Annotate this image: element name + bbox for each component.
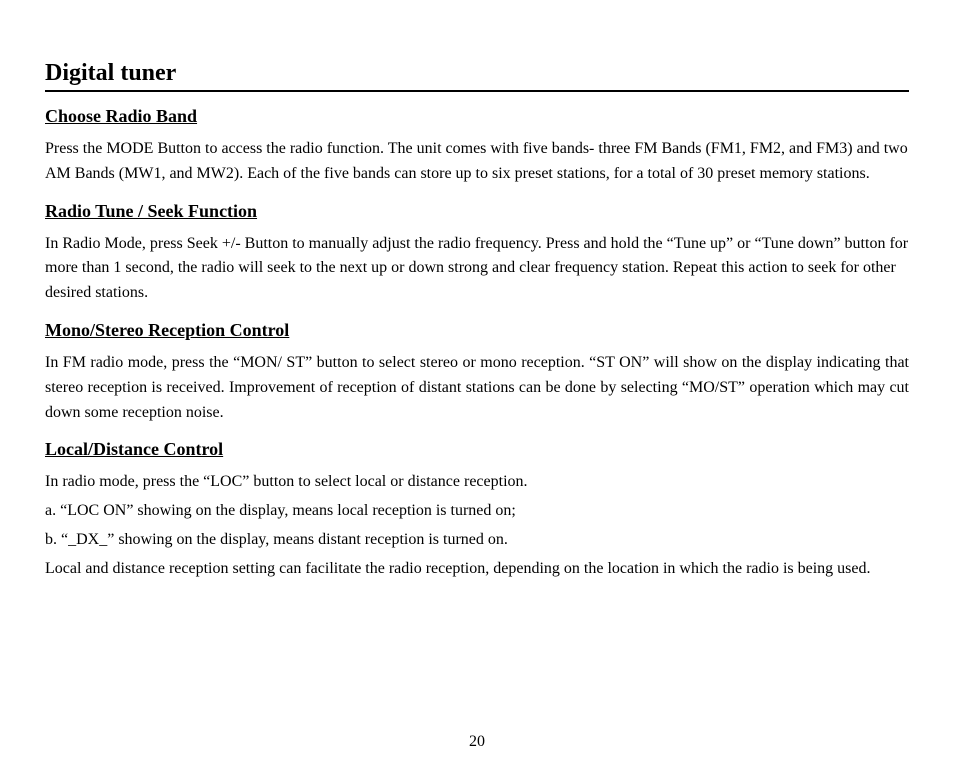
page-number: 20 — [0, 733, 954, 751]
section-paragraph: b. “_DX_” showing on the display, means … — [45, 528, 909, 553]
section-heading-choose-radio-band: Choose Radio Band — [45, 106, 909, 127]
section-paragraph: a. “LOC ON” showing on the display, mean… — [45, 499, 909, 524]
section-paragraph: Press the MODE Button to access the radi… — [45, 137, 909, 187]
section-heading-radio-tune-seek: Radio Tune / Seek Function — [45, 201, 909, 222]
section-paragraph: Local and distance reception setting can… — [45, 557, 909, 582]
section-paragraph: In radio mode, press the “LOC” button to… — [45, 470, 909, 495]
main-title: Digital tuner — [45, 60, 909, 92]
section-paragraph: In FM radio mode, press the “MON/ ST” bu… — [45, 351, 909, 425]
section-paragraph: In Radio Mode, press Seek +/- Button to … — [45, 232, 909, 306]
section-heading-mono-stereo: Mono/Stereo Reception Control — [45, 320, 909, 341]
section-heading-local-distance: Local/Distance Control — [45, 439, 909, 460]
